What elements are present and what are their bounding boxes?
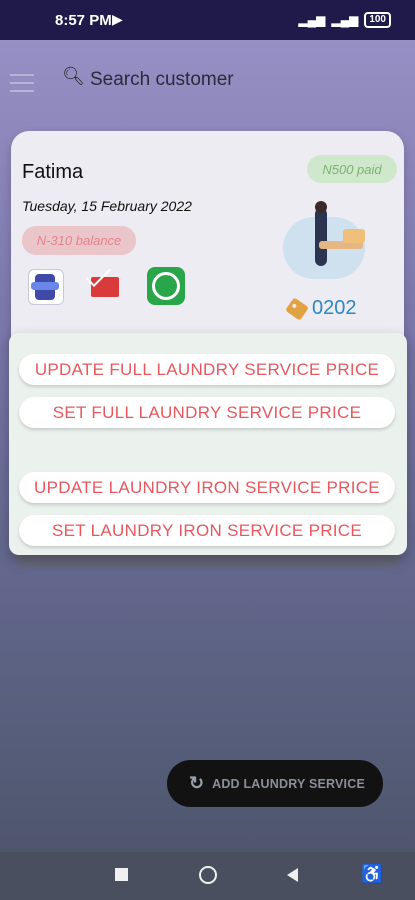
system-navigation-bar: ♿ <box>0 852 415 900</box>
header: 🔍︎ <box>0 40 415 120</box>
status-time: 8:57 PM <box>55 12 112 29</box>
status-indicators: ▂▄▆ ▂▄▆ 100 <box>298 12 391 28</box>
play-icon: ▶ <box>112 11 123 27</box>
sms-icon[interactable] <box>28 269 64 305</box>
update-full-laundry-price-button[interactable]: UPDATE FULL LAUNDRY SERVICE PRICE <box>19 354 395 385</box>
home-icon[interactable] <box>199 866 217 884</box>
refresh-icon: ↻ <box>189 773 205 793</box>
menu-icon[interactable] <box>10 74 34 92</box>
tag-code-group: 0202 <box>285 296 357 321</box>
price-options-menu: UPDATE FULL LAUNDRY SERVICE PRICE SET FU… <box>9 333 407 555</box>
search-input[interactable] <box>88 66 392 94</box>
add-laundry-service-button[interactable]: ↻ ADD LAUNDRY SERVICE <box>167 760 383 807</box>
paid-badge: N500 paid <box>307 155 397 183</box>
status-bar: 8:57 PM ▶ ▂▄▆ ▂▄▆ 100 <box>0 0 415 40</box>
signal-icon-2: ▂▄▆ <box>331 13 359 27</box>
tag-icon <box>285 296 309 321</box>
laundry-illustration <box>283 201 373 283</box>
search-icon[interactable]: 🔍︎ <box>62 66 85 87</box>
accessibility-icon[interactable]: ♿ <box>361 864 383 885</box>
set-full-laundry-price-button[interactable]: SET FULL LAUNDRY SERVICE PRICE <box>19 397 395 428</box>
add-laundry-service-label: ADD LAUNDRY SERVICE <box>212 776 365 791</box>
set-laundry-iron-price-button[interactable]: SET LAUNDRY IRON SERVICE PRICE <box>19 515 395 546</box>
email-icon[interactable] <box>89 269 123 303</box>
balance-badge: N-310 balance <box>22 226 136 255</box>
tag-code: 0202 <box>312 297 357 319</box>
customer-card[interactable]: Fatima Tuesday, 15 February 2022 N500 pa… <box>11 131 404 361</box>
whatsapp-icon[interactable] <box>147 267 185 305</box>
customer-date: Tuesday, 15 February 2022 <box>22 198 192 214</box>
customer-name: Fatima <box>22 161 84 183</box>
update-laundry-iron-price-button[interactable]: UPDATE LAUNDRY IRON SERVICE PRICE <box>19 472 395 503</box>
signal-icon: ▂▄▆ <box>298 13 326 27</box>
back-icon[interactable] <box>287 868 298 882</box>
recents-icon[interactable] <box>115 868 128 881</box>
battery-icon: 100 <box>364 12 391 28</box>
